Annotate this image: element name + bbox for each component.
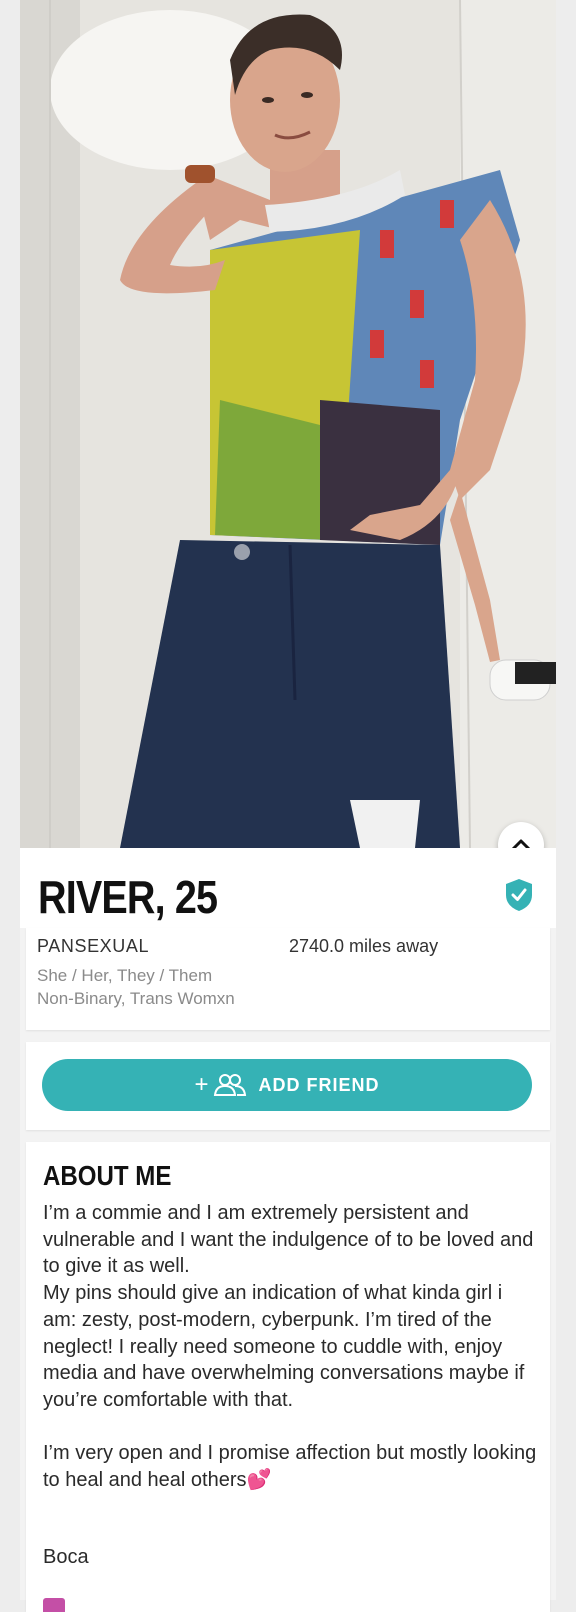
gender-label: Non-Binary, Trans Womxn (37, 989, 235, 1008)
pronouns-label: She / Her, They / Them (37, 966, 213, 985)
distance-label: 2740.0 miles away (289, 936, 439, 956)
profile-page: RIVER, 25 PANSEXUAL 2740.0 miles away Sh… (20, 0, 556, 1612)
location-label: Boca (43, 1546, 89, 1568)
about-me-text: I’m a commie and I am extremely persiste… (43, 1200, 538, 1494)
about-me-body: I’m a commie and I am extremely persiste… (43, 1202, 537, 1492)
add-friend-label: ADD FRIEND (258, 1074, 380, 1095)
shield-check-icon[interactable] (504, 878, 534, 912)
profile-header: RIVER, 25 (20, 848, 556, 928)
profile-photo-image (20, 0, 556, 848)
plus-icon: + (194, 1071, 210, 1098)
profile-info-card: PANSEXUAL 2740.0 miles away She / Her, T… (26, 928, 550, 1030)
add-user-icon (213, 1074, 246, 1096)
orientation-label: PANSEXUAL (37, 936, 150, 956)
add-friend-button[interactable]: + ADD FRIEND (42, 1059, 532, 1111)
add-friend-card: + ADD FRIEND (26, 1042, 550, 1130)
profile-name-age: RIVER, 25 (38, 871, 218, 923)
two-hearts-icon: 💕 (246, 1469, 272, 1492)
about-me-card: ABOUT ME I’m a commie and I am extremely… (26, 1142, 550, 1612)
add-friend-icon-group: + (194, 1071, 246, 1099)
about-me-title: ABOUT ME (43, 1160, 172, 1191)
pin-icon (43, 1598, 65, 1612)
profile-photo[interactable] (20, 0, 556, 848)
